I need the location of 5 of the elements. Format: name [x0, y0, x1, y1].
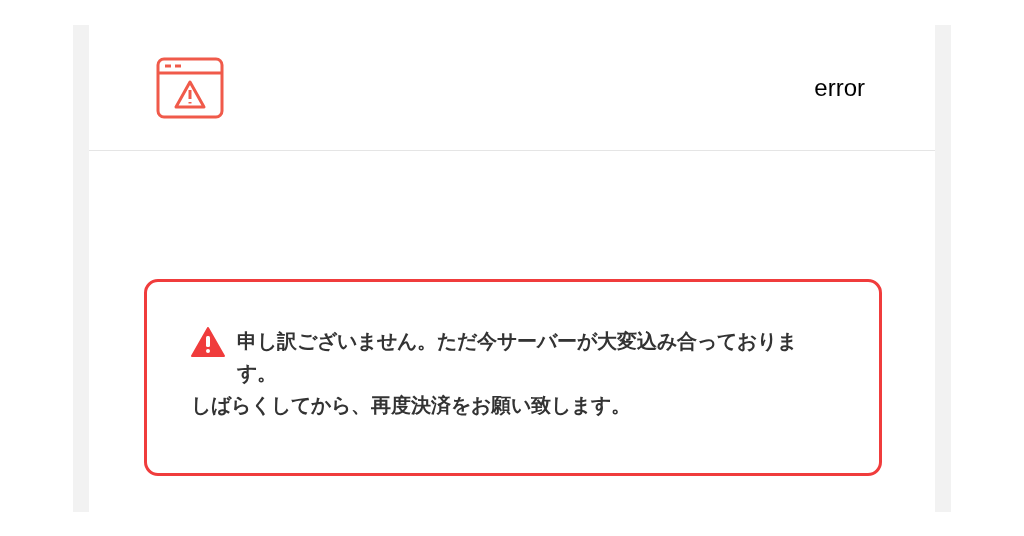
alert-message: しばらくしてから、再度決済をお願い致します。: [191, 393, 631, 418]
header-title: error: [814, 72, 865, 103]
browser-warning-icon: [156, 56, 224, 119]
warning-icon: [191, 327, 225, 357]
alert-message: 申し訳ございません。ただ今サーバーが大変込み合っております。: [237, 329, 798, 386]
